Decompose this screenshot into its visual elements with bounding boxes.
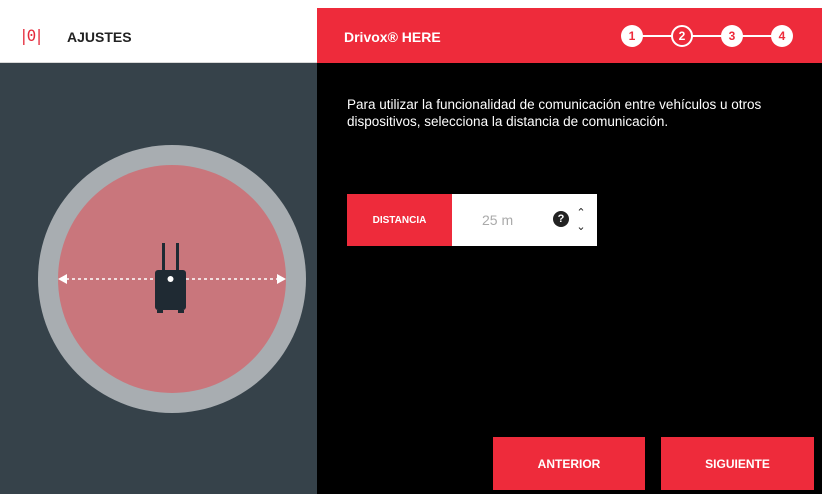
step-3[interactable]: 3 xyxy=(721,25,743,47)
distance-value[interactable]: 25 m xyxy=(482,212,513,228)
step-indicator: 1 2 3 4 xyxy=(621,25,793,47)
decrement-icon[interactable]: ⌄ xyxy=(574,220,588,234)
help-icon[interactable]: ? xyxy=(553,211,569,227)
instructions-text: Para utilizar la funcionalidad de comuni… xyxy=(347,97,762,129)
step-4[interactable]: 4 xyxy=(771,25,793,47)
distance-field[interactable]: 25 m ? ⌃ ⌄ xyxy=(452,194,597,246)
previous-button[interactable]: ANTERIOR xyxy=(493,437,645,490)
step-1[interactable]: 1 xyxy=(621,25,643,47)
wizard-header: Drivox® HERE 1 2 3 4 xyxy=(317,8,822,63)
wizard-content: Para utilizar la funcionalidad de comuni… xyxy=(317,63,822,494)
distance-stepper[interactable]: ⌃ ⌄ xyxy=(574,206,588,234)
settings-header: |0| AJUSTES xyxy=(0,8,317,63)
range-illustration-panel xyxy=(0,63,317,494)
step-connector xyxy=(631,35,781,37)
distance-label: DISTANCIA xyxy=(347,194,452,246)
step-2[interactable]: 2 xyxy=(671,25,693,47)
app-title: Drivox® HERE xyxy=(344,29,441,45)
increment-icon[interactable]: ⌃ xyxy=(574,206,588,220)
next-button[interactable]: SIGUIENTE xyxy=(661,437,814,490)
brand-logo: |0| xyxy=(19,26,44,45)
distance-setting: DISTANCIA 25 m ? ⌃ ⌄ xyxy=(347,194,597,246)
range-diagram xyxy=(38,145,306,413)
section-title: AJUSTES xyxy=(67,29,132,45)
